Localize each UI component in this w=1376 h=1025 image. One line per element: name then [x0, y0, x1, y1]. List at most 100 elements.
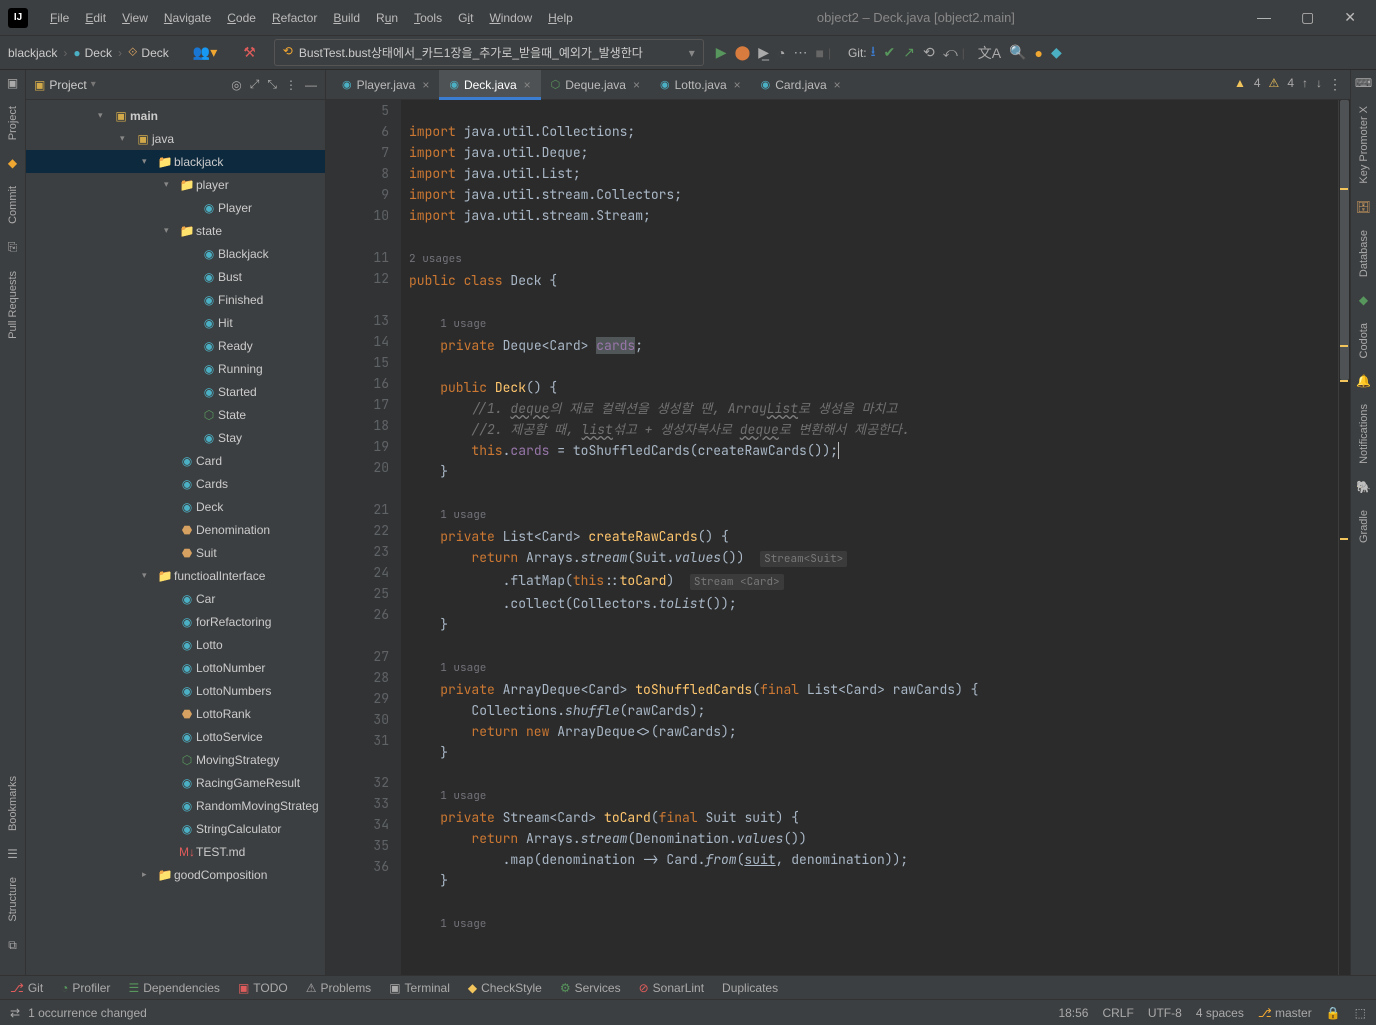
tree-cards[interactable]: ◉Cards — [26, 472, 325, 495]
tree-hit[interactable]: ◉Hit — [26, 311, 325, 334]
scroll-thumb[interactable] — [1340, 100, 1349, 380]
copilot-icon[interactable]: ◆ — [1051, 44, 1062, 61]
tree-suit[interactable]: ⬣Suit — [26, 541, 325, 564]
rail-notifications[interactable]: Notifications — [1358, 402, 1370, 466]
tw-profiler[interactable]: ◔Profiler — [61, 981, 110, 995]
tab-card[interactable]: ◉Card.java× — [751, 70, 851, 100]
tree-state-pkg[interactable]: ▾📁state — [26, 219, 325, 242]
close-button[interactable]: ✕ — [1338, 7, 1362, 28]
expand-icon[interactable]: ⤢ — [250, 77, 260, 92]
tree-bust[interactable]: ◉Bust — [26, 265, 325, 288]
breadcrumb[interactable]: blackjack › ●Deck › ⟐Deck — [8, 45, 169, 60]
tree-car[interactable]: ◉Car — [26, 587, 325, 610]
tree-lottorank[interactable]: ⬣LottoRank — [26, 702, 325, 725]
tw-git[interactable]: ⎇Git — [10, 981, 43, 995]
target-icon[interactable]: ◎ — [231, 78, 241, 92]
tab-player[interactable]: ◉Player.java× — [332, 70, 439, 100]
tw-problems[interactable]: ⚠Problems — [306, 981, 371, 995]
rail-gradle[interactable]: Gradle — [1358, 508, 1370, 545]
tree-lottoservice[interactable]: ◉LottoService — [26, 725, 325, 748]
tree-running[interactable]: ◉Running — [26, 357, 325, 380]
menu-window[interactable]: Window — [481, 11, 540, 25]
status-encoding[interactable]: UTF-8 — [1148, 1006, 1182, 1020]
tree-deck[interactable]: ◉Deck — [26, 495, 325, 518]
status-indent[interactable]: 4 spaces — [1196, 1006, 1244, 1020]
structure-tool-icon[interactable]: ⧉ — [8, 938, 17, 953]
close-icon[interactable]: × — [633, 78, 640, 92]
tree-started[interactable]: ◉Started — [26, 380, 325, 403]
hide-panel-icon[interactable]: — — [305, 78, 317, 92]
rail-codota[interactable]: Codota — [1358, 321, 1370, 360]
rail-project[interactable]: Project — [7, 104, 19, 142]
close-icon[interactable]: × — [834, 78, 841, 92]
status-branch[interactable]: ⎇ master — [1258, 1006, 1312, 1020]
tree-state[interactable]: ⬡State — [26, 403, 325, 426]
rail-pull-requests[interactable]: Pull Requests — [7, 269, 19, 341]
git-push-icon[interactable]: ↗ — [903, 44, 915, 61]
hammer-icon[interactable]: ⚒ — [243, 44, 256, 61]
menu-run[interactable]: Run — [368, 11, 406, 25]
menu-navigate[interactable]: Navigate — [156, 11, 219, 25]
tree-movingstrategy[interactable]: ⬡MovingStrategy — [26, 748, 325, 771]
rail-bookmarks[interactable]: Bookmarks — [7, 774, 19, 833]
git-history-icon[interactable]: ⟲ — [923, 44, 935, 61]
git-revert-icon[interactable]: ⤺ — [943, 44, 958, 61]
code-content[interactable]: import java.util.Collections; import jav… — [401, 100, 1350, 975]
status-eol[interactable]: CRLF — [1102, 1006, 1133, 1020]
rail-structure[interactable]: Structure — [7, 875, 19, 924]
bookmarks-tool-icon[interactable]: ☰ — [7, 847, 18, 861]
rail-keypromoter[interactable]: Key Promoter X — [1358, 104, 1370, 186]
tree-test-md[interactable]: M↓TEST.md — [26, 840, 325, 863]
tree-blackjack-class[interactable]: ◉Blackjack — [26, 242, 325, 265]
tw-sonarlint[interactable]: ⊘SonarLint — [639, 981, 704, 995]
tree-racinggameresult[interactable]: ◉RacingGameResult — [26, 771, 325, 794]
tab-deck[interactable]: ◉Deck.java× — [439, 70, 540, 100]
more-run-icon[interactable]: ⋯ — [794, 44, 808, 61]
tree-player-pkg[interactable]: ▾📁player — [26, 173, 325, 196]
tw-dependencies[interactable]: ☰Dependencies — [128, 981, 220, 995]
tw-duplicates[interactable]: Duplicates — [722, 981, 778, 995]
tree-forrefactoring[interactable]: ◉forRefactoring — [26, 610, 325, 633]
menu-help[interactable]: Help — [540, 11, 581, 25]
status-memory-icon[interactable]: ⬚ — [1355, 1006, 1366, 1020]
menu-file[interactable]: File — [42, 11, 77, 25]
keypromoter-icon[interactable]: ⌨ — [1355, 76, 1372, 90]
tab-deque[interactable]: ⬡Deque.java× — [541, 70, 650, 100]
sync-icon[interactable]: ⇄ — [10, 1006, 20, 1020]
status-lock-icon[interactable]: 🔒 — [1326, 1006, 1341, 1020]
tw-services[interactable]: ⚙Services — [560, 981, 621, 995]
gradle-icon[interactable]: 🐘 — [1356, 480, 1371, 494]
tree-functional[interactable]: ▾📁functioalInterface — [26, 564, 325, 587]
tree-lottonumbers[interactable]: ◉LottoNumbers — [26, 679, 325, 702]
rail-database[interactable]: Database — [1358, 228, 1370, 279]
minimize-button[interactable]: — — [1251, 7, 1277, 28]
debug-icon[interactable]: ⬤ — [735, 44, 751, 61]
tree-stringcalculator[interactable]: ◉StringCalculator — [26, 817, 325, 840]
avatar-icon[interactable]: ● — [1035, 45, 1043, 61]
coverage-icon[interactable]: ▶̲ — [758, 44, 769, 61]
database-icon[interactable]: 🗄 — [1356, 200, 1371, 214]
tree-goodcomposition[interactable]: ▸📁goodComposition — [26, 863, 325, 886]
tree-lotto[interactable]: ◉Lotto — [26, 633, 325, 656]
tree-player-class[interactable]: ◉Player — [26, 196, 325, 219]
profile-icon[interactable]: ◔ — [777, 45, 785, 61]
search-icon[interactable]: 🔍 — [1009, 44, 1026, 61]
run-configuration-select[interactable]: ⟲BustTest.bust상태에서_카드1장을_추가로_받을때_예외가_발생한… — [274, 39, 704, 66]
inspection-indicators[interactable]: ▲4 ⚠4 ↑↓ — [1234, 76, 1322, 90]
commit-tool-icon[interactable]: ◆ — [8, 156, 17, 170]
tw-checkstyle[interactable]: ◆CheckStyle — [468, 981, 542, 995]
breadcrumb-deck-class[interactable]: Deck — [85, 46, 112, 60]
menu-git[interactable]: Git — [450, 11, 481, 25]
close-icon[interactable]: × — [734, 78, 741, 92]
tree-lottonumber[interactable]: ◉LottoNumber — [26, 656, 325, 679]
menu-refactor[interactable]: Refactor — [264, 11, 325, 25]
tree-ready[interactable]: ◉Ready — [26, 334, 325, 357]
translate-icon[interactable]: 文A — [978, 43, 1001, 63]
tree-card[interactable]: ◉Card — [26, 449, 325, 472]
maximize-button[interactable]: ▢ — [1295, 7, 1320, 28]
gear-icon[interactable]: ⋮ — [285, 78, 297, 92]
close-icon[interactable]: × — [524, 78, 531, 92]
tree-java[interactable]: ▾▣java — [26, 127, 325, 150]
editor-scrollbar[interactable] — [1338, 100, 1350, 975]
pr-tool-icon[interactable]: ⎘ — [8, 240, 18, 255]
